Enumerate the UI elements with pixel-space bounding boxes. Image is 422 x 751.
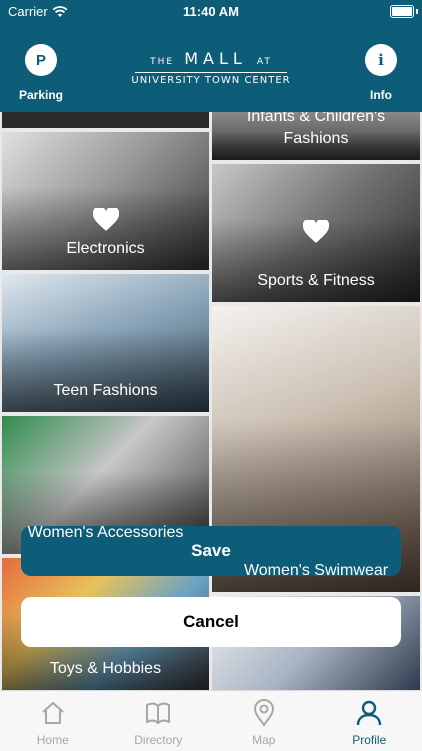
status-bar: Carrier 11:40 AM (0, 0, 422, 24)
book-icon (144, 699, 172, 727)
app-header: Carrier 11:40 AM P Parking THE MALL AT U… (0, 0, 422, 112)
info-icon: i (365, 44, 397, 76)
mall-logo: THE MALL AT UNIVERSITY TOWN CENTER (0, 52, 422, 86)
category-label: Teen Fashions (45, 380, 165, 402)
category-tile-infants[interactable]: Infants & Children's Fashions (212, 112, 420, 160)
heart-icon[interactable] (93, 208, 119, 232)
category-tile-womens-accessories[interactable]: Women's Accessories (2, 416, 209, 554)
logo-rule (135, 72, 287, 73)
tab-label: Map (252, 733, 275, 747)
tab-map[interactable]: Map (211, 691, 317, 751)
tab-directory[interactable]: Directory (106, 691, 212, 751)
parking-label: Parking (18, 88, 64, 102)
category-label: Sports & Fitness (249, 270, 382, 292)
logo-mall: MALL (184, 49, 247, 68)
tab-label: Profile (352, 733, 386, 747)
logo-at: AT (257, 57, 272, 67)
map-pin-icon (250, 699, 278, 727)
battery-icon (390, 5, 414, 18)
tab-home[interactable]: Home (0, 691, 106, 751)
category-label: Toys & Hobbies (42, 658, 169, 680)
logo-the: THE (150, 57, 174, 67)
category-label: Electronics (58, 238, 152, 260)
tab-label: Directory (134, 733, 182, 747)
tab-bar: Home Directory Map Profile (0, 690, 422, 751)
category-tile-sports[interactable]: Sports & Fitness (212, 164, 420, 302)
category-tile-teen[interactable]: Teen Fashions (2, 274, 209, 412)
tab-label: Home (37, 733, 69, 747)
heart-icon[interactable] (303, 220, 329, 244)
battery-cap (416, 9, 418, 14)
tab-profile[interactable]: Profile (317, 691, 422, 751)
category-label: Women's Swimwear (236, 560, 396, 582)
logo-subtitle: UNIVERSITY TOWN CENTER (0, 75, 422, 86)
category-tile-top-left[interactable] (2, 112, 209, 128)
status-time: 11:40 AM (0, 4, 422, 19)
info-button[interactable]: i Info (364, 44, 398, 102)
category-tile-electronics[interactable]: Electronics (2, 132, 209, 270)
category-label: Infants & Children's Fashions (212, 112, 420, 150)
cancel-button[interactable]: Cancel (21, 597, 401, 647)
person-icon (355, 699, 383, 727)
home-icon (39, 699, 67, 727)
category-label: Women's Accessories (20, 522, 192, 544)
info-label: Info (364, 88, 398, 102)
